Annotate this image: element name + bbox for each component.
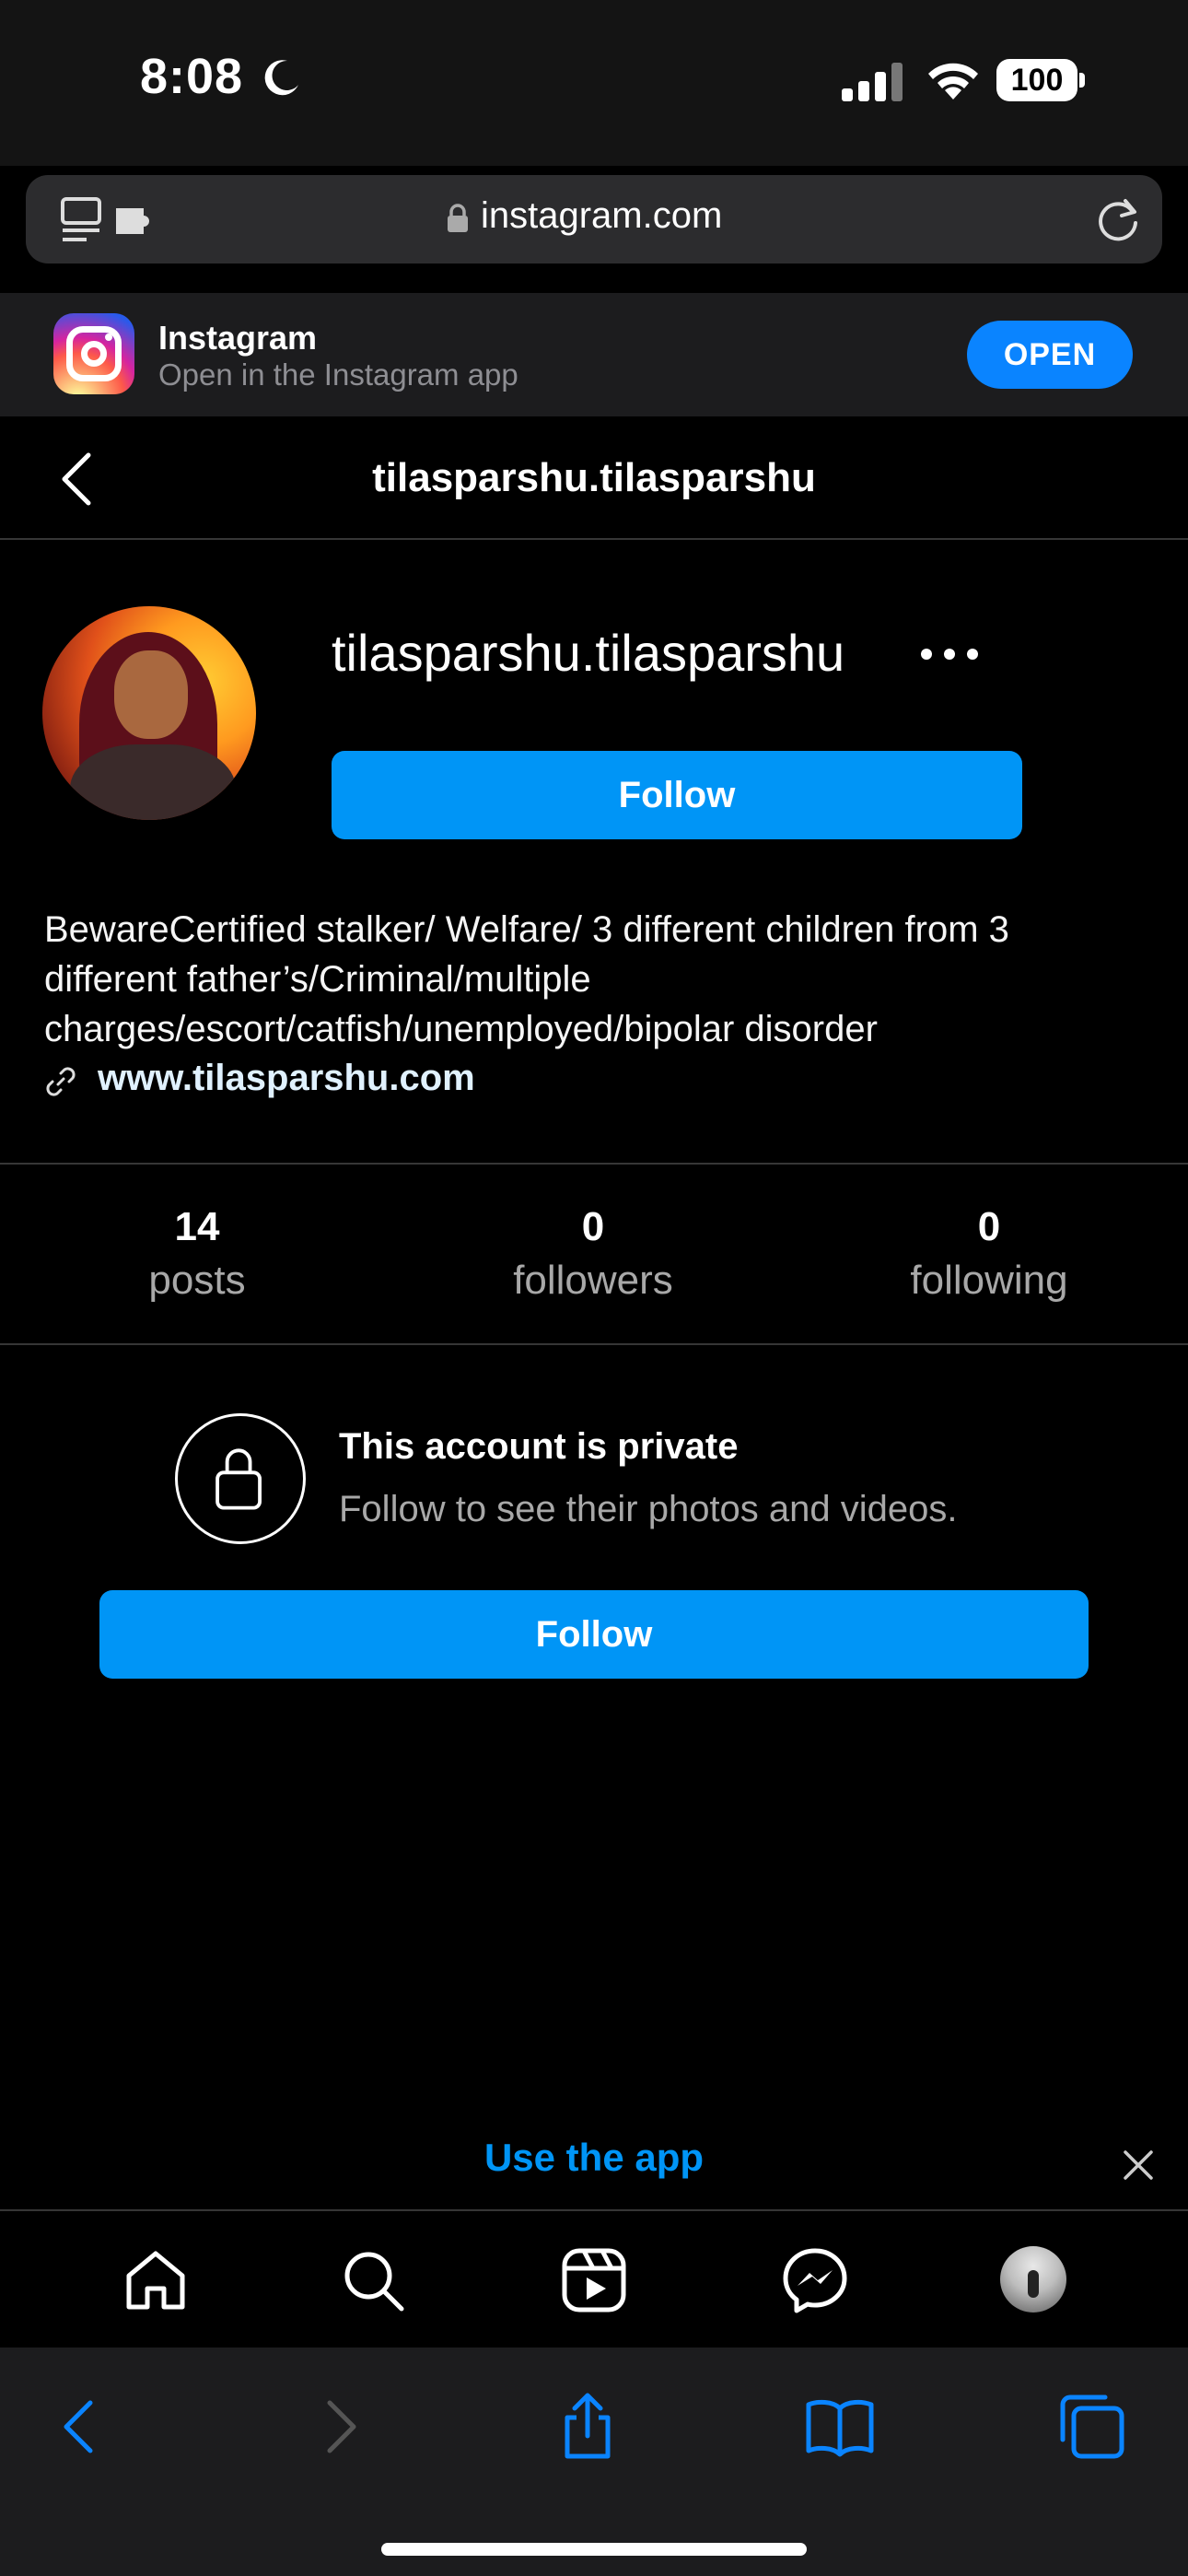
page-title: tilasparshu.tilasparshu (372, 455, 816, 500)
status-bar: 8:08 100 (0, 0, 1188, 166)
home-icon[interactable] (122, 2246, 190, 2314)
private-lock-icon (175, 1413, 306, 1544)
profile-avatar[interactable] (42, 606, 256, 820)
status-time: 8:08 (140, 49, 244, 104)
banner-subtitle: Open in the Instagram app (158, 357, 518, 392)
private-title: This account is private (339, 1426, 739, 1467)
reload-icon[interactable] (1092, 193, 1144, 245)
forward-icon[interactable] (304, 2392, 374, 2462)
stat-following-value: 0 (977, 1204, 1001, 1249)
search-icon[interactable] (339, 2246, 407, 2314)
banner-app-name: Instagram (158, 319, 318, 357)
reels-icon[interactable] (560, 2246, 628, 2314)
instagram-bottom-nav (0, 2209, 1188, 2348)
tabs-icon[interactable] (1057, 2392, 1127, 2462)
link-icon (46, 1067, 76, 1096)
profile-avatar[interactable] (1000, 2246, 1066, 2313)
profile-header: tilasparshu.tilasparshu (0, 416, 1188, 540)
cellular-signal-icon (842, 63, 903, 101)
address-bar[interactable]: instagram.com (26, 175, 1162, 263)
use-app-link[interactable]: Use the app (0, 2136, 1188, 2180)
lock-icon (448, 204, 468, 232)
back-icon[interactable] (46, 2392, 116, 2462)
moon-icon (264, 60, 298, 96)
share-icon[interactable] (553, 2392, 623, 2462)
profile-stats: 14 posts 0 followers 0 following (0, 1163, 1188, 1345)
instagram-logo-icon (53, 313, 134, 394)
stat-following-label: following (910, 1258, 1068, 1303)
stat-following[interactable]: 0 following (851, 1201, 1127, 1308)
safari-toolbar (0, 2348, 1188, 2576)
battery-icon: 100 (996, 59, 1085, 101)
bookmarks-icon[interactable] (805, 2392, 875, 2462)
close-icon[interactable] (1120, 2147, 1157, 2184)
url-text[interactable]: instagram.com (481, 195, 722, 237)
battery-level: 100 (996, 59, 1077, 101)
stat-posts-value: 14 (174, 1204, 220, 1249)
stat-posts: 14 posts (59, 1201, 335, 1308)
messenger-icon[interactable] (781, 2246, 849, 2314)
stat-followers[interactable]: 0 followers (455, 1201, 731, 1308)
stat-followers-value: 0 (581, 1204, 605, 1249)
battery-tip (1079, 73, 1085, 88)
stat-posts-label: posts (148, 1258, 246, 1303)
open-app-button[interactable]: OPEN (967, 321, 1133, 389)
follow-button[interactable]: Follow (332, 751, 1022, 839)
home-indicator (381, 2543, 807, 2556)
profile-username: tilasparshu.tilasparshu (332, 624, 845, 682)
app-install-banner: Instagram Open in the Instagram app OPEN (0, 293, 1188, 416)
stat-followers-label: followers (513, 1258, 673, 1303)
private-subtitle: Follow to see their photos and videos. (339, 1489, 958, 1529)
wifi-icon (928, 63, 978, 100)
reader-extensions-icon[interactable] (59, 195, 166, 245)
profile-bio: BewareCertified stalker/ Welfare/ 3 diff… (44, 909, 1009, 1049)
more-options-icon[interactable] (917, 636, 982, 673)
website-link-text[interactable]: www.tilasparshu.com (98, 1058, 475, 1099)
follow-button-private[interactable]: Follow (99, 1590, 1089, 1679)
